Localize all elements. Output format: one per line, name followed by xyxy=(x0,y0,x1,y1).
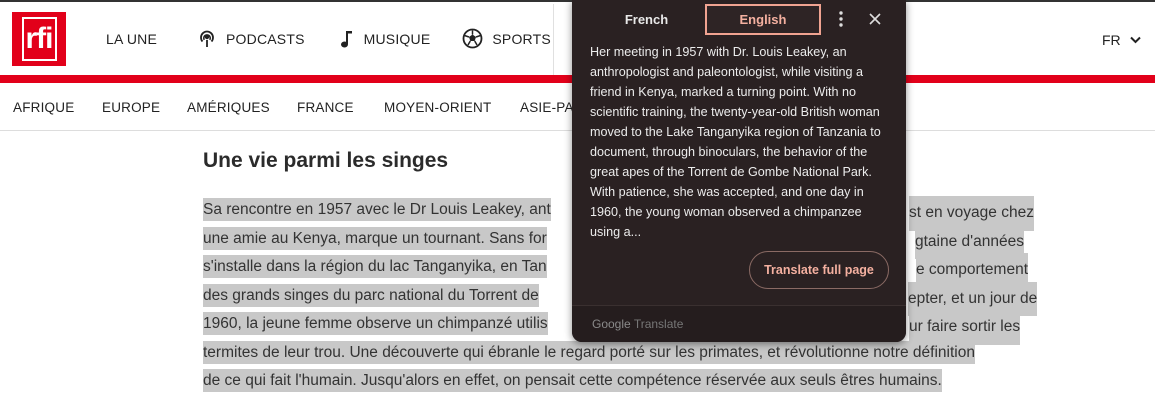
paragraph-line-7: de ce qui fait l'humain. Jusqu'alors en … xyxy=(203,369,942,392)
soccer-ball-icon xyxy=(462,28,483,49)
language-label: FR xyxy=(1102,32,1121,48)
language-selector[interactable]: FR xyxy=(1102,32,1141,48)
paragraph-line-5a: 1960, la jeune femme observe un chimpanz… xyxy=(203,312,548,335)
translate-wordmark: Translate xyxy=(633,317,684,331)
close-icon[interactable] xyxy=(865,9,885,29)
paragraph-line-5b: ur faire sortir les xyxy=(909,310,1021,345)
nav-la-une[interactable]: LA UNE xyxy=(106,31,157,47)
translate-full-page-button[interactable]: Translate full page xyxy=(749,251,889,289)
paragraph-line-6: termites de leur trou. Une découverte qu… xyxy=(203,340,975,364)
top-nav: LA UNE PODCASTS MUSIQUE SPORTS xyxy=(106,28,583,49)
chevron-down-icon xyxy=(1129,36,1141,44)
tab-target-language[interactable]: English xyxy=(705,4,821,35)
google-wordmark: Google xyxy=(592,317,631,331)
paragraph-line-4a: des grands singes du parc national du To… xyxy=(203,283,539,307)
section-afrique[interactable]: AFRIQUE xyxy=(13,100,74,115)
paragraph-line-3a: s'installe dans la région du lac Tangany… xyxy=(203,255,547,278)
section-france[interactable]: FRANCE xyxy=(297,100,354,115)
section-moyen-orient[interactable]: MOYEN-ORIENT xyxy=(384,100,491,115)
nav-podcasts[interactable]: PODCASTS xyxy=(197,29,305,49)
nav-podcasts-label: PODCASTS xyxy=(226,30,305,47)
google-translate-brand: Google Translate xyxy=(592,317,683,331)
tab-source-language[interactable]: French xyxy=(590,4,703,35)
music-note-icon xyxy=(340,30,352,47)
nav-musique[interactable]: MUSIQUE xyxy=(337,29,431,49)
paragraph-line-1a: Sa rencontre en 1957 avec le Dr Louis Le… xyxy=(203,198,551,221)
more-options-icon[interactable] xyxy=(831,9,851,29)
article-subheading: Une vie parmi les singes xyxy=(203,149,449,172)
translate-popup: French English Her meeting in 1957 with … xyxy=(572,0,906,342)
popup-footer: Google Translate xyxy=(572,305,906,342)
header-divider xyxy=(553,4,554,77)
podcast-icon xyxy=(200,30,214,47)
section-europe[interactable]: EUROPE xyxy=(102,100,160,115)
translated-text: Her meeting in 1957 with Dr. Louis Leake… xyxy=(590,45,881,239)
language-tabs: French English xyxy=(572,0,906,38)
rfi-logo[interactable]: rfi xyxy=(12,12,66,66)
nav-la-une-label: LA UNE xyxy=(106,30,157,47)
nav-sports-label: SPORTS xyxy=(492,30,551,47)
paragraph-line-2a: une amie au Kenya, marque un tournant. S… xyxy=(203,226,547,250)
nav-sports[interactable]: SPORTS xyxy=(462,28,551,49)
section-ameriques[interactable]: AMÉRIQUES xyxy=(187,100,270,115)
logo-text: rfi xyxy=(21,17,57,61)
nav-musique-label: MUSIQUE xyxy=(363,30,431,47)
